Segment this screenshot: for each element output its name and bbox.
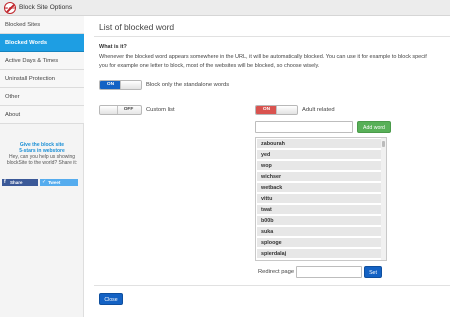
adult-related-label: Adult related <box>302 107 335 113</box>
title-divider <box>94 36 450 37</box>
list-item[interactable]: wichser <box>257 172 381 182</box>
custom-list-label: Custom list <box>146 107 175 113</box>
list-item[interactable]: spierdalaj <box>257 249 381 259</box>
facebook-icon: f <box>4 179 6 185</box>
list-item[interactable]: wetback <box>257 183 381 193</box>
sidebar-item-blocked-sites[interactable]: Blocked Sites <box>0 16 84 34</box>
custom-list-toggle-state: OFF <box>123 107 134 112</box>
list-item[interactable]: zabourah <box>257 139 381 149</box>
add-word-input[interactable] <box>255 121 353 133</box>
description-text: Whenever the blocked word appears somewh… <box>99 53 450 71</box>
promo-text: Hey, can you help us showing blockSite t… <box>0 154 84 166</box>
facebook-share-label: Share <box>10 180 23 185</box>
adult-related-toggle-state: ON <box>256 106 277 114</box>
standalone-toggle-state: ON <box>100 81 121 89</box>
list-item[interactable]: yed <box>257 150 381 160</box>
redirect-page-input[interactable] <box>296 266 362 278</box>
twitter-tweet-label: Tweet <box>48 180 61 185</box>
list-item[interactable]: splooge <box>257 238 381 248</box>
title-bar: BLOCK Block Site Options <box>0 0 450 16</box>
blocked-words-list[interactable]: zabourah yed wop wichser wetback vittu t… <box>255 137 387 261</box>
footer-divider <box>94 285 450 286</box>
sidebar-item-active-days-times[interactable]: Active Days & Times <box>0 52 84 70</box>
sidebar-item-blocked-words[interactable]: Blocked Words <box>0 34 84 52</box>
standalone-words-toggle[interactable]: ON <box>99 80 142 90</box>
list-item[interactable]: b00b <box>257 216 381 226</box>
toggle-knob <box>276 106 297 114</box>
list-item[interactable]: twat <box>257 205 381 215</box>
set-redirect-button[interactable]: Set <box>364 266 382 278</box>
list-item[interactable]: suka <box>257 227 381 237</box>
add-word-button[interactable]: Add word <box>357 121 391 133</box>
sidebar: Blocked Sites Blocked Words Active Days … <box>0 16 84 317</box>
redirect-page-label: Redirect page <box>258 269 295 275</box>
adult-related-toggle[interactable]: ON <box>255 105 298 115</box>
list-scrollbar[interactable] <box>381 138 386 260</box>
list-item[interactable]: wop <box>257 161 381 171</box>
twitter-bird-icon: ✓ <box>42 179 47 185</box>
promo-text-line-2: blockSite to the world? Share it: <box>6 160 78 166</box>
close-button[interactable]: Close <box>99 293 123 305</box>
page-title: List of blocked word <box>99 22 175 32</box>
sidebar-item-other[interactable]: Other <box>0 88 84 106</box>
webstore-rating-link[interactable]: Give the block site 5-stars in webstore <box>0 142 84 154</box>
app-title: Block Site Options <box>19 4 73 11</box>
block-site-logo-icon: BLOCK <box>4 2 16 14</box>
twitter-tweet-button[interactable]: ✓ Tweet <box>40 179 78 186</box>
standalone-words-label: Block only the standalone words <box>146 82 230 88</box>
toggle-knob <box>120 81 141 89</box>
list-scrollbar-thumb[interactable] <box>382 141 385 147</box>
facebook-share-button[interactable]: f Share <box>2 179 38 186</box>
description-line-2: you for example one letter to block, mos… <box>99 63 320 69</box>
sidebar-item-about[interactable]: About <box>0 106 84 124</box>
custom-list-toggle[interactable]: OFF <box>99 105 142 115</box>
sidebar-item-uninstall-protection[interactable]: Uninstall Protection <box>0 70 84 88</box>
what-is-it-heading: What is it? <box>99 44 127 50</box>
description-line-1: Whenever the blocked word appears somewh… <box>99 54 427 60</box>
list-item[interactable]: vittu <box>257 194 381 204</box>
